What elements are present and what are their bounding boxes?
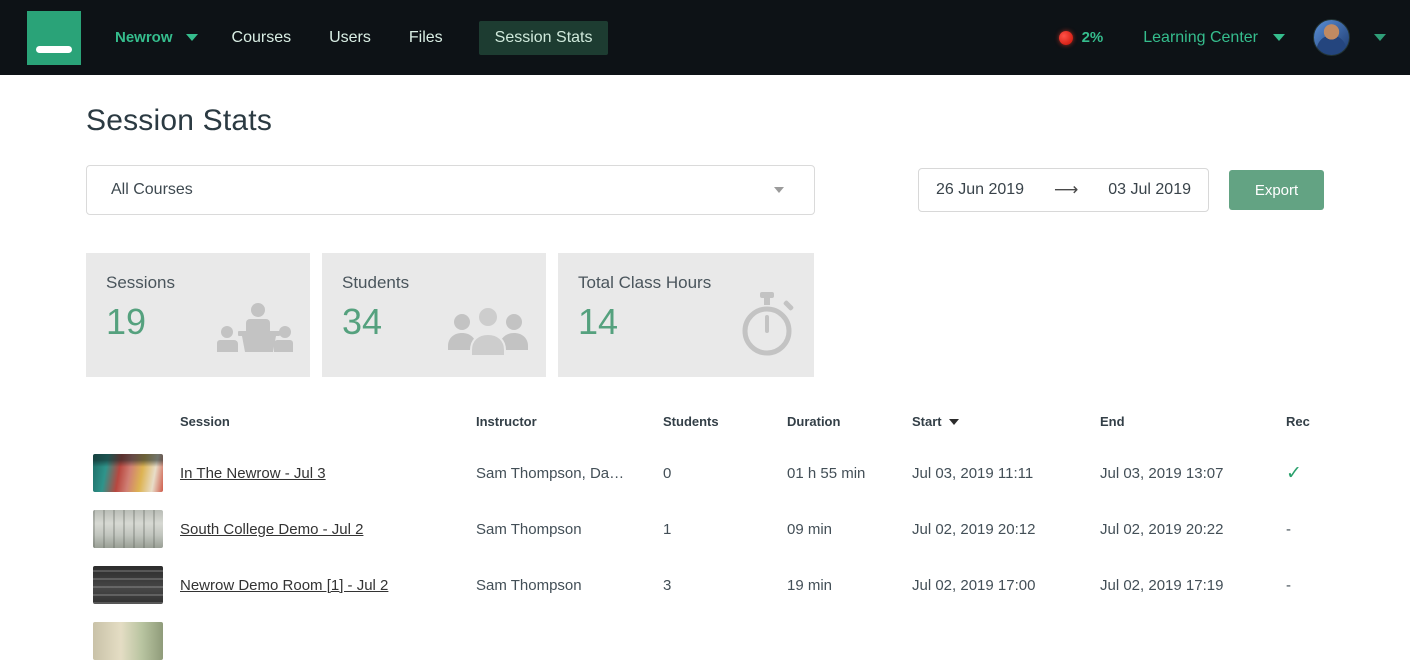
top-navbar: Newrow Courses Users Files Session Stats… bbox=[0, 0, 1410, 75]
filter-row: All Courses 26 Jun 2019 ⟶ 03 Jul 2019 Ex… bbox=[86, 165, 1324, 215]
session-thumbnail[interactable] bbox=[93, 510, 163, 548]
session-thumbnail[interactable] bbox=[93, 622, 163, 660]
chevron-down-icon bbox=[1273, 34, 1285, 41]
column-end[interactable]: End bbox=[1100, 414, 1286, 429]
table-header: Session Instructor Students Duration Sta… bbox=[86, 409, 1324, 433]
nav-courses[interactable]: Courses bbox=[230, 21, 294, 55]
session-link[interactable]: South College Demo - Jul 2 bbox=[180, 521, 476, 538]
learning-center-menu[interactable]: Learning Center bbox=[1143, 29, 1285, 47]
table-row[interactable]: In The Newrow - Jul 3 Sam Thompson, Da… … bbox=[86, 445, 1324, 501]
session-link[interactable]: Newrow Demo Room [1] - Jul 2 bbox=[180, 577, 476, 594]
date-to-value: 03 Jul 2019 bbox=[1108, 181, 1191, 198]
sessions-table: Session Instructor Students Duration Sta… bbox=[86, 409, 1324, 669]
column-instructor[interactable]: Instructor bbox=[476, 414, 663, 429]
export-button[interactable]: Export bbox=[1229, 170, 1324, 210]
session-thumbnail[interactable] bbox=[93, 566, 163, 604]
duration-cell: 01 h 55 min bbox=[787, 464, 866, 482]
page-title: Session Stats bbox=[86, 104, 273, 137]
instructor-cell: Sam Thompson, Da… bbox=[476, 464, 625, 482]
stat-card-students: Students 34 bbox=[322, 253, 546, 377]
presenter-audience-icon bbox=[216, 302, 294, 363]
learning-center-label: Learning Center bbox=[1143, 28, 1258, 46]
stat-label: Total Class Hours bbox=[578, 273, 712, 292]
start-cell: Jul 02, 2019 17:00 bbox=[912, 576, 1036, 594]
start-cell: Jul 03, 2019 11:11 bbox=[912, 464, 1034, 482]
nav-files[interactable]: Files bbox=[407, 21, 445, 55]
not-recorded-dash: - bbox=[1286, 576, 1291, 594]
main-nav: Courses Users Files Session Stats bbox=[230, 20, 609, 55]
navbar-right: 2% Learning Center bbox=[1058, 19, 1386, 56]
stat-label: Sessions bbox=[106, 273, 175, 292]
nav-session-stats[interactable]: Session Stats bbox=[478, 20, 609, 55]
duration-cell: 19 min bbox=[787, 576, 833, 594]
instructor-cell: Sam Thompson bbox=[476, 520, 582, 538]
end-cell: Jul 02, 2019 20:22 bbox=[1100, 520, 1224, 538]
nav-users[interactable]: Users bbox=[327, 21, 373, 55]
avatar[interactable] bbox=[1313, 19, 1350, 56]
course-filter-value: All Courses bbox=[111, 181, 193, 198]
column-start[interactable]: Start bbox=[912, 414, 1100, 429]
start-cell: Jul 02, 2019 20:12 bbox=[912, 520, 1036, 538]
column-rec[interactable]: Rec bbox=[1286, 414, 1324, 429]
students-cell: 1 bbox=[663, 520, 672, 538]
newrow-logo[interactable] bbox=[27, 10, 81, 65]
arrow-right-icon: ⟶ bbox=[1053, 180, 1079, 199]
session-thumbnail[interactable] bbox=[93, 454, 163, 492]
status-percent: 2% bbox=[1081, 29, 1104, 46]
date-range-picker[interactable]: 26 Jun 2019 ⟶ 03 Jul 2019 bbox=[918, 168, 1209, 212]
course-filter-select[interactable]: All Courses bbox=[86, 165, 815, 215]
stat-label: Students bbox=[342, 273, 410, 292]
brand-label: Newrow bbox=[115, 29, 173, 46]
chevron-down-icon bbox=[774, 187, 784, 193]
logo-bar-icon bbox=[36, 45, 72, 53]
students-group-icon bbox=[446, 304, 530, 363]
end-cell: Jul 02, 2019 17:19 bbox=[1100, 576, 1224, 594]
user-menu-chevron-icon[interactable] bbox=[1374, 34, 1386, 41]
table-row-partial[interactable] bbox=[86, 613, 1324, 669]
filter-right: 26 Jun 2019 ⟶ 03 Jul 2019 Export bbox=[918, 168, 1324, 212]
column-session[interactable]: Session bbox=[180, 414, 476, 429]
students-cell: 3 bbox=[663, 576, 672, 594]
stat-card-sessions: Sessions 19 bbox=[86, 253, 310, 377]
students-cell: 0 bbox=[663, 464, 672, 482]
duration-cell: 09 min bbox=[787, 520, 833, 538]
stat-card-total-class-hours: Total Class Hours 14 bbox=[558, 253, 814, 377]
main-content: Session Stats All Courses 26 Jun 2019 ⟶ … bbox=[0, 75, 1410, 669]
stat-cards: Sessions 19 Students 34 Total Class Hour… bbox=[86, 253, 1324, 377]
instructor-cell: Sam Thompson bbox=[476, 576, 582, 594]
table-row[interactable]: Newrow Demo Room [1] - Jul 2 Sam Thompso… bbox=[86, 557, 1324, 613]
brand-menu[interactable]: Newrow bbox=[115, 29, 198, 46]
date-from-value: 26 Jun 2019 bbox=[936, 181, 1025, 198]
not-recorded-dash: - bbox=[1286, 520, 1291, 538]
table-row[interactable]: South College Demo - Jul 2 Sam Thompson … bbox=[86, 501, 1324, 557]
column-students[interactable]: Students bbox=[663, 414, 787, 429]
session-link[interactable]: In The Newrow - Jul 3 bbox=[180, 465, 476, 482]
recorded-check-icon: ✓ bbox=[1286, 462, 1302, 484]
column-duration[interactable]: Duration bbox=[787, 414, 912, 429]
sort-desc-icon bbox=[948, 419, 959, 425]
recording-dot-icon bbox=[1058, 30, 1073, 45]
stopwatch-icon bbox=[736, 292, 798, 363]
end-cell: Jul 03, 2019 13:07 bbox=[1100, 464, 1224, 482]
chevron-down-icon bbox=[185, 34, 198, 41]
